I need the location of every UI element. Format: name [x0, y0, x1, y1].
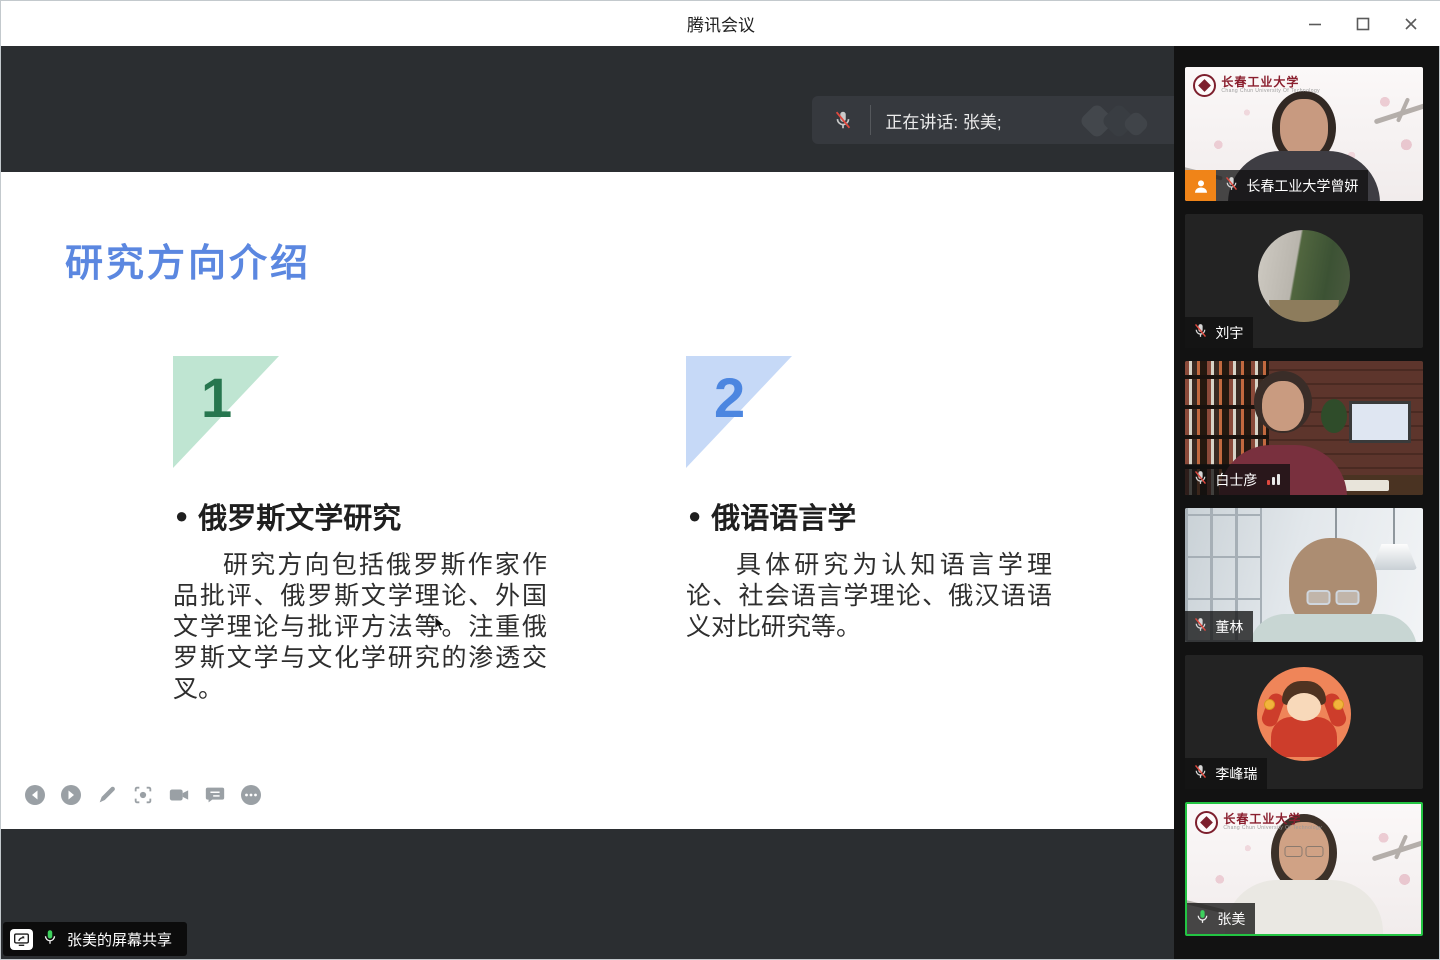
- participant-name: 刘宇: [1215, 323, 1243, 343]
- university-logo: 长春工业大学 Chang Chun University Of Technolo…: [1193, 74, 1320, 97]
- host-badge-icon: [1185, 170, 1216, 201]
- presentation-slide: 研究方向介绍 1 ● 俄罗斯文学研究 研究方向包括俄罗斯作家作品批评、俄罗斯文学…: [1, 172, 1176, 829]
- glasses: [1306, 590, 1359, 605]
- mouse-cursor-icon: [434, 616, 447, 638]
- participant-namebar: 董林: [1185, 611, 1253, 642]
- muted-mic-icon: [1192, 469, 1209, 491]
- shared-screen-area: 正在讲话: 张美; 研究方向介绍 1 ● 俄罗斯文学研究 研究方向包括俄罗斯作家…: [1, 46, 1174, 959]
- slide-section-2: 2 ● 俄语语言学 具体研究为认知语言学理论、社会语言学理论、俄汉语语义对比研究…: [686, 356, 1066, 643]
- active-mic-icon: [41, 928, 59, 951]
- laser-pointer-button[interactable]: [132, 784, 154, 806]
- slide-section-1: 1 ● 俄罗斯文学研究 研究方向包括俄罗斯作家作品批评、俄罗斯文学理论、外国文学…: [173, 356, 553, 705]
- meeting-content: 正在讲话: 张美; 研究方向介绍 1 ● 俄罗斯文学研究 研究方向包括俄罗斯作家…: [1, 46, 1439, 959]
- section-2-number: 2: [714, 370, 745, 426]
- participant-namebar: 张美: [1187, 903, 1255, 934]
- muted-mic-icon: [1223, 175, 1240, 197]
- glasses: [1285, 846, 1324, 857]
- banner-divider: [870, 105, 871, 135]
- muted-mic-icon: [1192, 616, 1209, 638]
- next-slide-button[interactable]: [60, 784, 82, 806]
- participant-tile-zhangmei[interactable]: 长春工业大学 Chang Chun University Of Technolo…: [1185, 802, 1423, 936]
- close-icon: [1403, 16, 1419, 32]
- network-quality-icon: [1267, 474, 1280, 485]
- active-mic-icon: [1194, 908, 1211, 930]
- participant-namebar: 白士彦: [1185, 464, 1290, 495]
- now-speaking-banner: 正在讲话: 张美;: [812, 96, 1174, 144]
- more-options-button[interactable]: [240, 784, 262, 806]
- participant-name: 董林: [1215, 617, 1243, 637]
- screen-share-label: 张美的屏幕共享: [67, 929, 172, 950]
- muted-mic-icon: [1192, 322, 1209, 344]
- participant-namebar: 长春工业大学曾妍: [1185, 170, 1368, 201]
- maximize-icon: [1355, 16, 1371, 32]
- presenter-toolbar: [24, 784, 262, 806]
- bullet-icon: ●: [175, 505, 188, 527]
- participant-name: 长春工业大学曾妍: [1246, 176, 1358, 196]
- avatar: [1257, 667, 1351, 761]
- section-2-number-triangle: 2: [686, 356, 792, 468]
- window-titlebar: 腾讯会议: [1, 1, 1440, 46]
- slide-title: 研究方向介绍: [65, 232, 311, 287]
- bullet-icon: ●: [688, 505, 701, 527]
- maximize-button[interactable]: [1343, 6, 1383, 42]
- previous-slide-button[interactable]: [24, 784, 46, 806]
- minimize-button[interactable]: [1295, 6, 1335, 42]
- screen-share-icon: [10, 929, 33, 950]
- participant-namebar: 刘宇: [1185, 317, 1253, 348]
- pen-tool-button[interactable]: [96, 784, 118, 806]
- university-seal-icon: [1195, 811, 1218, 834]
- participant-tile-baishiyan[interactable]: 白士彦: [1185, 361, 1423, 495]
- participant-name: 张美: [1217, 909, 1245, 929]
- window-title: 腾讯会议: [687, 11, 755, 36]
- screen-share-status-bar[interactable]: 张美的屏幕共享: [3, 922, 187, 956]
- section-1-number: 1: [201, 370, 232, 426]
- section-2-heading: ● 俄语语言学: [688, 495, 1066, 537]
- tencent-meeting-watermark-icon: [1082, 101, 1154, 139]
- university-seal-icon: [1193, 74, 1216, 97]
- participant-name: 李峰瑞: [1215, 764, 1257, 784]
- minimize-icon: [1307, 16, 1323, 32]
- participant-tile-liuyu[interactable]: 刘宇: [1185, 214, 1423, 348]
- camera-button[interactable]: [168, 784, 190, 806]
- section-2-body: 具体研究为认知语言学理论、社会语言学理论、俄汉语语义对比研究等。: [686, 550, 1052, 643]
- section-1-heading: ● 俄罗斯文学研究: [175, 495, 553, 537]
- participant-tile-donglin[interactable]: 董林: [1185, 508, 1423, 642]
- lamp: [1371, 508, 1417, 570]
- participant-tile-zengyan[interactable]: 长春工业大学 Chang Chun University Of Technolo…: [1185, 67, 1423, 201]
- muted-mic-icon: [1192, 763, 1209, 785]
- avatar: [1258, 230, 1350, 322]
- participant-name: 白士彦: [1215, 470, 1257, 490]
- window-controls: [1295, 1, 1431, 46]
- university-logo: 长春工业大学 Chang Chun University Of Technolo…: [1195, 811, 1322, 834]
- muted-mic-icon: [832, 109, 854, 131]
- participants-sidebar: 长春工业大学 Chang Chun University Of Technolo…: [1174, 46, 1439, 959]
- close-button[interactable]: [1391, 6, 1431, 42]
- participant-tile-lifengrui[interactable]: 李峰瑞: [1185, 655, 1423, 789]
- section-1-body: 研究方向包括俄罗斯作家作品批评、俄罗斯文学理论、外国文学理论与批评方法等。注重俄…: [173, 550, 547, 705]
- participant-namebar: 李峰瑞: [1185, 758, 1267, 789]
- comment-button[interactable]: [204, 784, 226, 806]
- section-1-number-triangle: 1: [173, 356, 279, 468]
- now-speaking-label: 正在讲话: 张美;: [885, 108, 1001, 133]
